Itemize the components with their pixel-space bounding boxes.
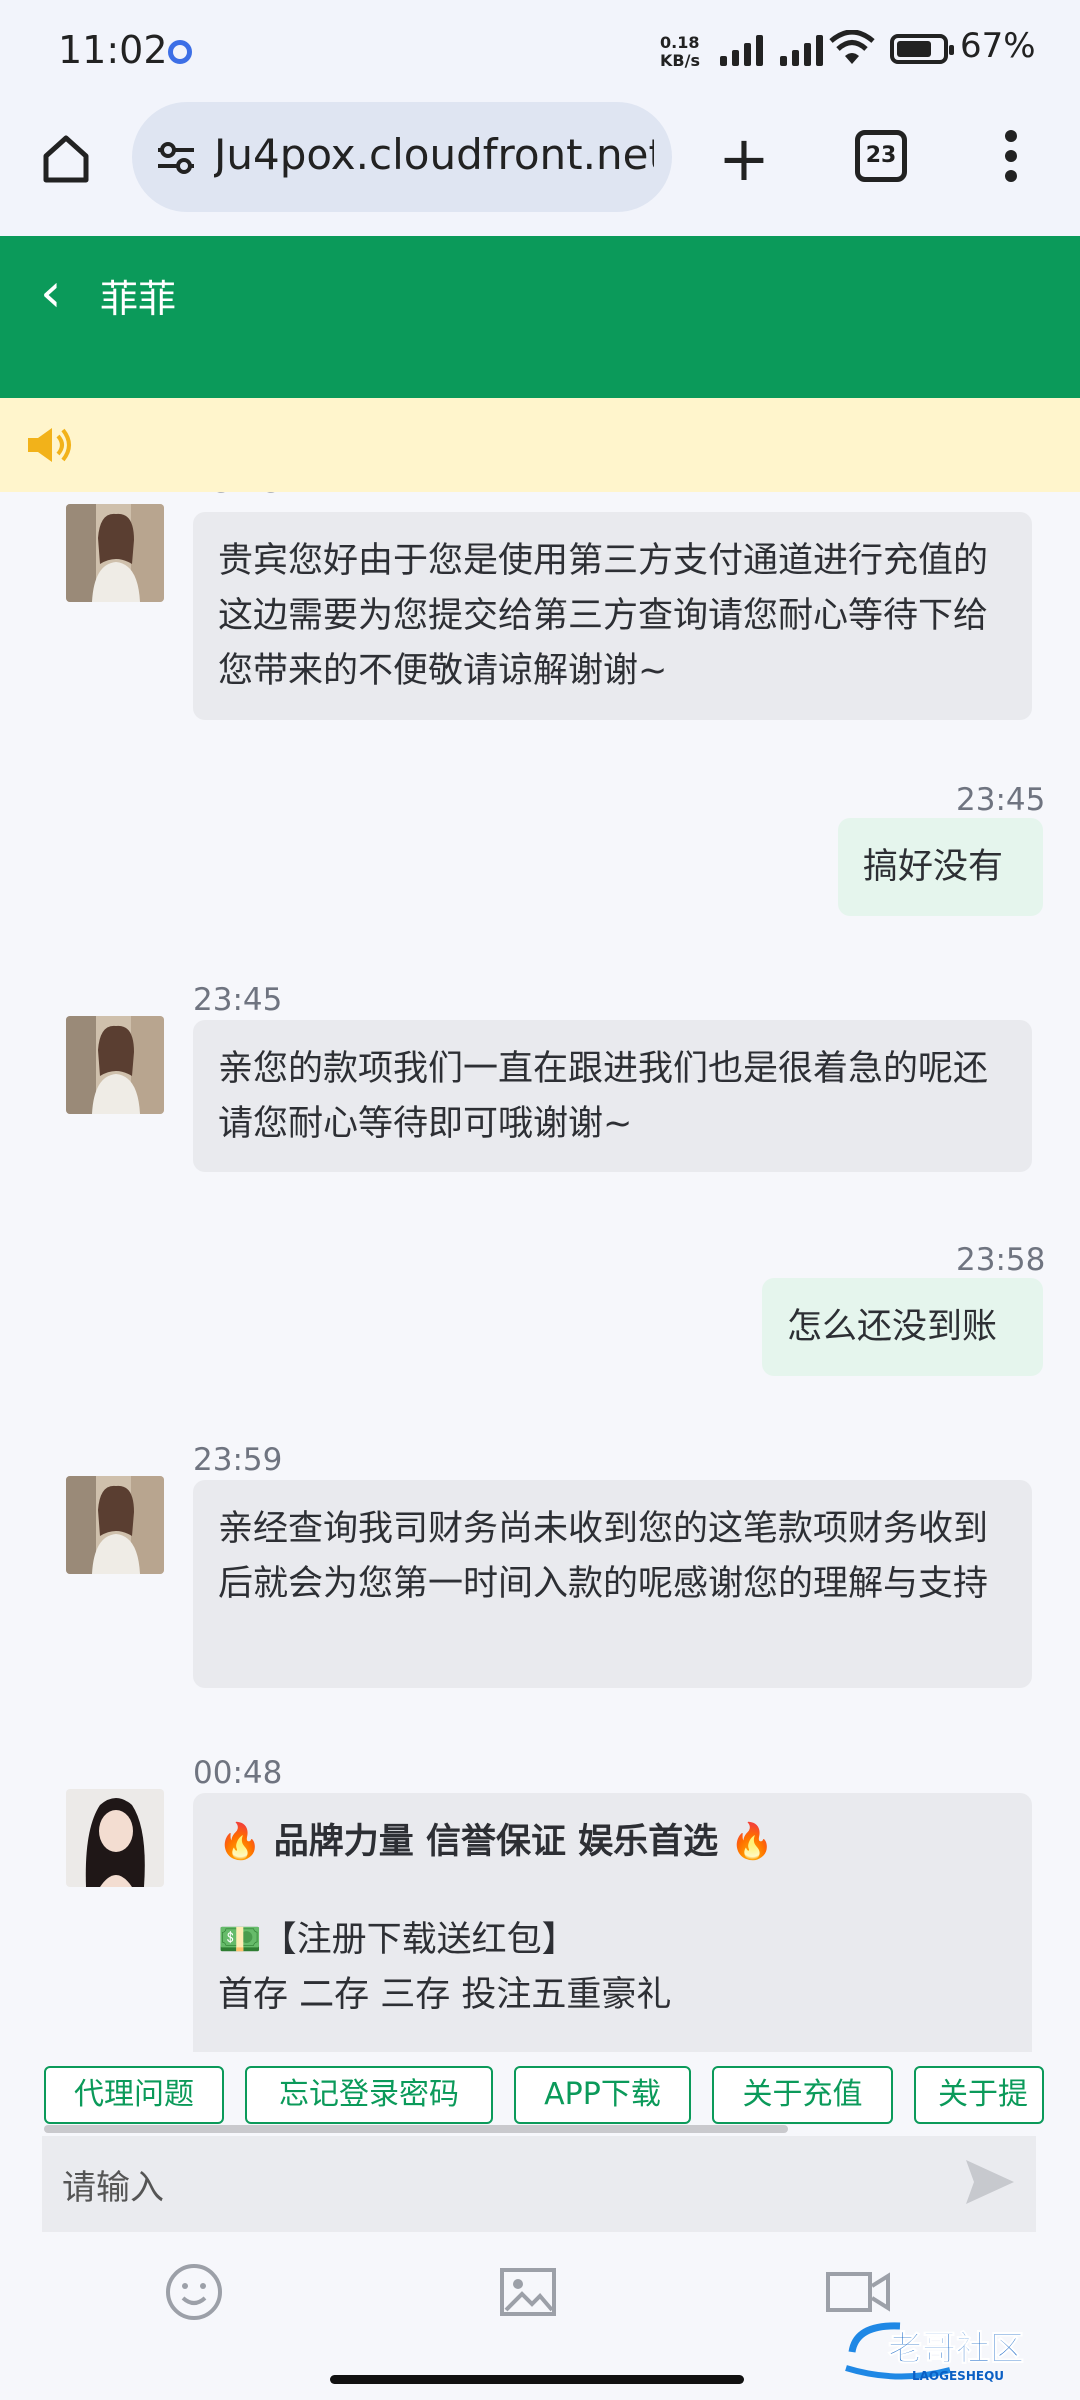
message-list[interactable]: 23:45 贵宾您好由于您是使用第三方支付通道进行充值的这边需要为您提交给第三方… [0,492,1080,2052]
message-time: 23:59 [193,1442,283,1478]
quick-reply-chip[interactable]: 关于提 [914,2066,1044,2124]
quick-reply-chip[interactable]: APP下载 [514,2066,691,2124]
browser-toolbar: Ju4pox.cloudfront.net + 23 [0,100,1080,236]
message-time: 23:45 [956,782,1046,818]
home-icon[interactable] [36,128,96,188]
message-time: 00:48 [193,1755,283,1791]
emoji-icon[interactable] [160,2258,228,2326]
notification-dot-icon [168,40,192,64]
battery-percent: 67% [960,26,1036,66]
quick-reply-chip[interactable]: 关于充值 [712,2066,893,2124]
quick-reply-chip[interactable]: 忘记登录密码 [245,2066,493,2124]
svg-text:LAOGESHEQU: LAOGESHEQU [912,2369,1004,2383]
image-icon[interactable] [494,2258,562,2326]
wifi-icon [829,30,875,64]
gesture-bar[interactable] [330,2375,744,2384]
message-time: 23:45 [193,982,283,1018]
back-chevron-icon[interactable]: ‹ [40,266,62,320]
mobile-signal-icon [720,34,763,66]
agent-avatar[interactable] [66,1789,164,1887]
url-text[interactable]: Ju4pox.cloudfront.net [214,130,654,179]
promo-subtitle: 💵【注册下载送红包】 [218,1920,577,1960]
mobile-signal-icon [780,34,823,66]
chat-title: 菲菲 [100,277,177,321]
phone-screen: { "status": {"time": "11:02", "net_speed… [0,0,1080,2400]
notice-bar [0,398,1080,492]
network-speed-value: 0.18 [660,33,700,52]
promo-body: 首存 二存 三存 投注五重豪礼 [218,1975,672,2015]
agent-avatar[interactable] [66,1476,164,1574]
quick-reply-bar[interactable]: 代理问题 忘记登录密码 APP下载 关于充值 关于提 [0,2052,1080,2136]
promo-headline: 🔥 品牌力量 信誉保证 娱乐首选 🔥 [218,1822,774,1862]
speaker-icon [28,428,71,462]
address-bar[interactable]: Ju4pox.cloudfront.net [132,102,672,212]
status-time: 11:02 [58,28,168,72]
network-speed-unit: KB/s [660,51,700,70]
message-bubble: 亲经查询我司财务尚未收到您的这笔款项财务收到后就会为您第一时间入款的呢感谢您的理… [193,1480,1032,1688]
status-bar: 11:02 0.18 KB/s 67% [0,0,1080,100]
message-bubble: 贵宾您好由于您是使用第三方支付通道进行充值的这边需要为您提交给第三方查询请您耐心… [193,512,1032,720]
svg-text:老哥社区: 老哥社区 [888,2329,1024,2369]
chat-toolbar: 老哥社区 LAOGESHEQU [0,2232,1080,2400]
agent-avatar[interactable] [66,504,164,602]
chat-header: ‹ 菲菲 [0,236,1080,398]
watermark-logo: 老哥社区LAOGESHEQU [845,2322,1025,2383]
message-bubble: 亲您的款项我们一直在跟进我们也是很着急的呢还请您耐心等待即可哦谢谢~ [193,1020,1032,1172]
send-icon[interactable] [962,2154,1018,2210]
message-bubble: 怎么还没到账 [762,1278,1043,1376]
new-tab-button[interactable]: + [718,128,770,190]
quick-reply-scrollbar[interactable] [44,2125,788,2133]
video-icon[interactable] [824,2258,892,2326]
input-placeholder: 请输入 [62,2168,164,2208]
message-input[interactable]: 请输入 [42,2136,1036,2232]
message-time: 23:45 [193,492,282,500]
message-bubble: 🔥 品牌力量 信誉保证 娱乐首选 🔥 💵【注册下载送红包】 首存 二存 三存 投… [193,1793,1032,2052]
battery-icon [890,34,954,64]
tab-count-button[interactable]: 23 [855,130,907,182]
more-menu-icon[interactable] [1005,130,1019,186]
message-time: 23:58 [956,1242,1046,1278]
site-settings-icon[interactable] [154,136,198,180]
network-speed: 0.18 KB/s [660,34,700,84]
message-bubble: 搞好没有 [838,818,1043,916]
quick-reply-chip[interactable]: 代理问题 [44,2066,224,2124]
agent-avatar[interactable] [66,1016,164,1114]
